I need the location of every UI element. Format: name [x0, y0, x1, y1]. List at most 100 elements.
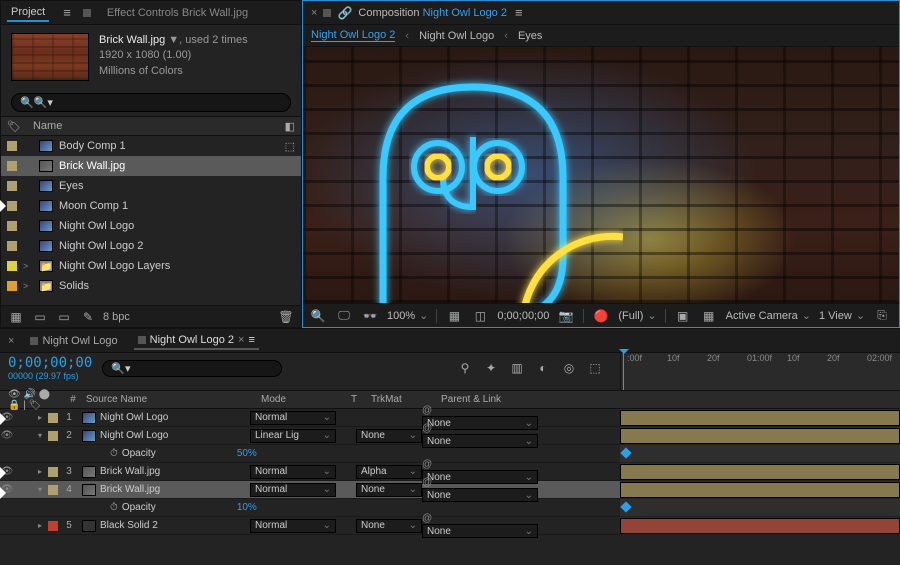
column-number[interactable]: # — [64, 394, 82, 405]
parent-select[interactable]: None — [422, 434, 538, 448]
label-swatch[interactable] — [7, 181, 17, 191]
column-av-icons[interactable]: 👁 🔊 ⬤ 🔒 | 🏷 — [4, 389, 64, 411]
track-row[interactable] — [620, 445, 900, 463]
new-adjustment-icon[interactable]: ✎ — [79, 308, 97, 326]
track-row[interactable] — [620, 463, 900, 481]
layer-bar[interactable] — [620, 410, 900, 426]
track-row[interactable] — [620, 499, 900, 517]
twisty-icon[interactable]: ▸ — [34, 467, 46, 476]
project-item[interactable]: Night Owl Logo 2 — [1, 236, 301, 256]
property-value[interactable]: 50% — [237, 448, 257, 459]
flowchart-icon[interactable]: ⬚ — [285, 140, 295, 153]
column-type-icon[interactable]: ◧ — [285, 120, 295, 133]
project-search-input[interactable]: 🔍▾ — [11, 93, 291, 112]
label-swatch[interactable] — [7, 241, 17, 251]
motion-blur-icon[interactable]: ◐ — [534, 359, 552, 377]
trkmat-select[interactable]: None — [356, 483, 422, 497]
project-item[interactable]: Body Comp 1⬚ — [1, 136, 301, 156]
channel-icon[interactable]: 🔴 — [592, 307, 610, 325]
grid-icon[interactable]: ▦ — [445, 307, 463, 325]
project-item[interactable]: Night Owl Logo — [1, 216, 301, 236]
transparency-icon[interactable]: ▦ — [700, 307, 718, 325]
label-swatch[interactable] — [7, 221, 17, 231]
twisty-icon[interactable]: ▸ — [34, 521, 46, 530]
frame-blend-icon[interactable]: ▥ — [508, 359, 526, 377]
guides-icon[interactable]: ◫ — [471, 307, 489, 325]
pickwhip-icon[interactable]: @ — [422, 477, 432, 488]
stopwatch-icon[interactable]: ⏱ — [110, 448, 118, 459]
blend-mode-select[interactable]: Normal — [250, 519, 336, 533]
graph-editor-icon[interactable]: ◎ — [560, 359, 578, 377]
mask-icon[interactable]: 👓 — [361, 307, 379, 325]
panel-menu-icon[interactable]: ≡ — [63, 5, 71, 20]
zoom-select[interactable]: 100% — [387, 309, 428, 322]
project-item[interactable]: Moon Comp 1 — [1, 196, 301, 216]
pickwhip-icon[interactable]: @ — [422, 459, 432, 470]
brainstorm-icon[interactable]: ⬚ — [586, 359, 604, 377]
twisty-icon[interactable]: ▾ — [34, 485, 46, 494]
layer-bar[interactable] — [620, 482, 900, 498]
track-row[interactable] — [620, 427, 900, 445]
layers-right[interactable] — [620, 409, 900, 535]
label-swatch[interactable] — [48, 467, 58, 477]
pickwhip-icon[interactable]: @ — [422, 423, 432, 434]
bpc-label[interactable]: 8 bpc — [103, 311, 130, 323]
layer-bar[interactable] — [620, 428, 900, 444]
shy-icon[interactable]: ⚲ — [456, 359, 474, 377]
monitor-icon[interactable]: 🖵 — [335, 307, 353, 325]
tab-effect-controls[interactable]: Effect Controls Brick Wall.jpg — [103, 5, 252, 21]
project-item[interactable]: >Night Owl Logo Layers — [1, 256, 301, 276]
magnify-icon[interactable]: 🔍 — [309, 307, 327, 325]
comp-title[interactable]: Composition Night Owl Logo 2 — [358, 7, 507, 19]
label-swatch[interactable] — [48, 521, 58, 531]
new-folder-icon[interactable]: ▭ — [55, 308, 73, 326]
layer-row[interactable]: 👁▾4Brick Wall.jpgNormalNone@None — [0, 481, 620, 499]
layer-row[interactable]: 👁▾2Night Owl LogoLinear LigNone@None — [0, 427, 620, 445]
visibility-icon[interactable]: 👁 — [0, 430, 14, 441]
interpret-footage-icon[interactable]: ▦ — [7, 308, 25, 326]
timeline-tab[interactable]: Night Owl Logo — [26, 333, 121, 349]
twisty-icon[interactable]: > — [23, 261, 33, 271]
trkmat-select[interactable]: None — [356, 429, 422, 443]
tag-icon[interactable]: 🏷 — [7, 120, 21, 133]
viewer-time[interactable]: 0;00;00;00 — [497, 310, 549, 322]
label-swatch[interactable] — [7, 281, 17, 291]
label-swatch[interactable] — [7, 161, 17, 171]
new-comp-icon[interactable]: ▭ — [31, 308, 49, 326]
property-value[interactable]: 10% — [237, 502, 257, 513]
label-swatch[interactable] — [48, 413, 58, 423]
timeline-search-input[interactable]: 🔍▾ — [102, 360, 282, 377]
tab-project[interactable]: Project — [7, 4, 49, 22]
column-trkmat[interactable]: TrkMat — [367, 394, 437, 405]
parent-select[interactable]: None — [422, 488, 538, 502]
twisty-icon[interactable]: ▸ — [34, 413, 46, 422]
view-select[interactable]: 1 View — [819, 309, 865, 322]
close-icon[interactable]: × — [8, 335, 14, 347]
trkmat-select[interactable]: None — [356, 519, 422, 533]
keyframe-icon[interactable] — [620, 500, 634, 516]
layer-bar[interactable] — [620, 518, 900, 534]
breadcrumb-item[interactable]: Night Owl Logo 2 — [311, 29, 395, 42]
keyframe-icon[interactable] — [620, 446, 634, 462]
layer-row[interactable]: ▸5Black Solid 2NormalNone@None — [0, 517, 620, 535]
track-row[interactable] — [620, 481, 900, 499]
project-item[interactable]: Eyes — [1, 176, 301, 196]
column-name[interactable]: Name — [33, 120, 273, 132]
track-row[interactable] — [620, 517, 900, 535]
label-swatch[interactable] — [48, 485, 58, 495]
column-parent[interactable]: Parent & Link — [437, 394, 557, 405]
stopwatch-icon[interactable]: ⏱ — [110, 502, 118, 513]
pickwhip-icon[interactable]: @ — [422, 405, 432, 416]
project-item[interactable]: Brick Wall.jpg — [1, 156, 301, 176]
resolution-select[interactable]: (Full) — [618, 309, 656, 322]
panel-menu-icon[interactable]: ≡ — [248, 334, 254, 346]
blend-mode-select[interactable]: Linear Lig — [250, 429, 336, 443]
twisty-icon[interactable]: > — [23, 281, 33, 291]
snapshot-icon[interactable]: 📷 — [557, 307, 575, 325]
breadcrumb-item[interactable]: Night Owl Logo — [419, 30, 494, 42]
current-timecode[interactable]: 0;00;00;00 — [8, 355, 92, 371]
track-row[interactable] — [620, 409, 900, 427]
comp-panel-menu-icon[interactable]: ≡ — [515, 5, 523, 20]
column-source-name[interactable]: Source Name — [82, 394, 257, 405]
view-options-icon[interactable]: ⎘ — [873, 307, 891, 325]
